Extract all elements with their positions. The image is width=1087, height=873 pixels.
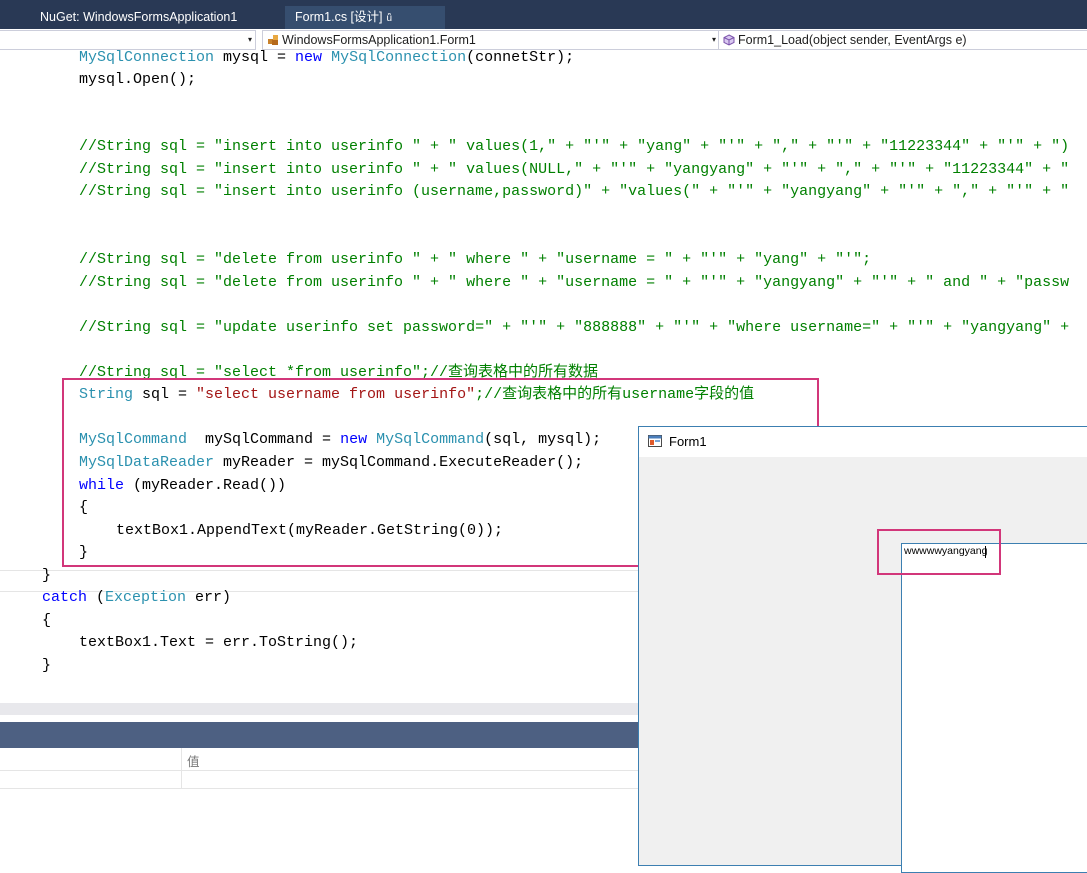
code-line: //String sql = "insert into userinfo " +… [79, 138, 1070, 155]
code-line: catch (Exception err) [42, 589, 232, 606]
code-line: //String sql = "insert into userinfo " +… [79, 161, 1070, 178]
class-dropdown-value: WindowsFormsApplication1.Form1 [282, 33, 476, 47]
code-line: } [42, 567, 52, 584]
code-line: //String sql = "update userinfo set pass… [79, 319, 1070, 336]
output-panel-grid: 值 [0, 748, 640, 858]
class-icon [268, 35, 278, 45]
document-tab-bar: NuGet: WindowsFormsApplication1 Form1.cs… [0, 0, 1087, 29]
form1-title: Form1 [669, 434, 707, 449]
method-icon [723, 34, 735, 46]
output-panel-header [0, 722, 640, 748]
textbox-highlight-box [877, 529, 1001, 575]
member-dropdown[interactable]: Form1_Load(object sender, EventArgs e) [718, 30, 1087, 50]
member-dropdown-value: Form1_Load(object sender, EventArgs e) [738, 33, 967, 47]
form-icon [648, 435, 662, 447]
code-line: //String sql = "delete from userinfo " +… [79, 274, 1070, 291]
tab-nuget[interactable]: NuGet: WindowsFormsApplication1 [30, 6, 247, 29]
code-line: mysql.Open(); [79, 71, 197, 88]
tab-nuget-label: NuGet: WindowsFormsApplication1 [40, 10, 238, 24]
form1-window[interactable]: Form1 wwwwwyangyang [638, 426, 1087, 873]
editor-horizontal-scrollbar[interactable] [0, 703, 640, 715]
form1-titlebar[interactable]: Form1 [639, 427, 1087, 457]
code-line: MySqlConnection mysql = new MySqlConnect… [79, 49, 575, 66]
pin-icon[interactable]: ǖ [387, 13, 393, 24]
grid-row [0, 770, 640, 789]
grid-header-row [0, 748, 640, 771]
tab-form1-label: Form1.cs [设计] [295, 10, 383, 24]
code-line: { [42, 612, 52, 629]
textbox1[interactable]: wwwwwyangyang [901, 543, 1087, 873]
code-line: //String sql = "insert into userinfo (us… [79, 183, 1070, 200]
code-line: textBox1.Text = err.ToString(); [79, 634, 359, 651]
code-line: //String sql = "delete from userinfo " +… [79, 251, 872, 268]
value-column-header: 值 [187, 755, 200, 769]
tab-form1-designer[interactable]: Form1.cs [设计] ǖ [285, 6, 445, 29]
chevron-down-icon[interactable]: ▾ [712, 31, 716, 49]
code-line: } [42, 657, 52, 674]
